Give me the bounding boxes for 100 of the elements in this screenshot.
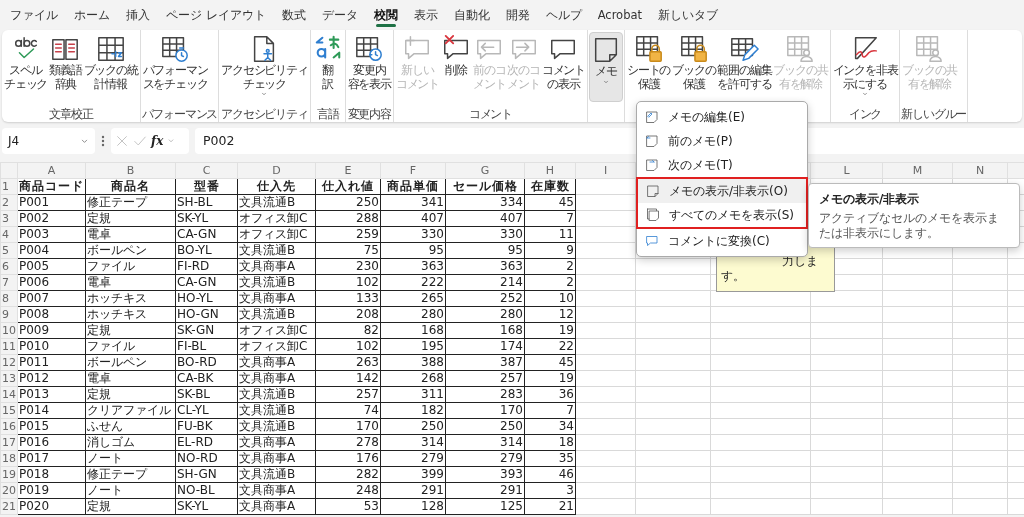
table-lock-icon	[678, 34, 709, 64]
ribbon-tab[interactable]: ファイル	[2, 0, 66, 30]
menu-item[interactable]: すべてのメモを表示(S)	[638, 203, 806, 227]
ribbon-button[interactable]: 範囲の編集 を許可する	[716, 32, 773, 102]
ribbon-button[interactable]: シートの 保護	[626, 32, 672, 102]
ribbon-tab[interactable]: 挿入	[118, 0, 158, 30]
ribbon-button[interactable]: 翻 訳	[311, 32, 344, 102]
table-cell: 82	[315, 322, 381, 339]
menu-item[interactable]: 前のメモ(P)	[637, 129, 807, 153]
column-letter[interactable]: B	[126, 164, 135, 177]
table-cell: 45	[524, 354, 576, 371]
table-cell: 19	[524, 370, 576, 387]
dropdown-icon	[80, 137, 89, 145]
ribbon-tab[interactable]: Acrobat	[589, 0, 650, 30]
table-cell: P004	[17, 242, 86, 259]
menu-item[interactable]: 次のメモ(T)	[637, 153, 807, 177]
table-cell: P018	[17, 466, 86, 483]
ribbon-tab[interactable]: データ	[313, 0, 366, 30]
table-cell: 168	[380, 322, 446, 339]
row-number[interactable]: 12	[2, 356, 16, 369]
table-cell: 311	[380, 386, 446, 403]
ribbon-tab[interactable]: 校閲	[365, 0, 406, 30]
table-cell: 279	[380, 450, 446, 467]
ribbon-tab[interactable]: 自動化	[445, 0, 498, 30]
column-letter[interactable]: C	[202, 164, 211, 177]
table-cell: 182	[380, 402, 446, 419]
ribbon-tab[interactable]: ヘルプ	[537, 0, 590, 30]
table-clock-icon	[354, 34, 385, 64]
table-cell: 7	[524, 210, 576, 227]
row-number[interactable]: 21	[2, 500, 16, 513]
ribbon-button[interactable]: パフォーマン スをチェック	[141, 32, 209, 102]
menu-item[interactable]: メモの編集(E)	[637, 105, 807, 129]
column-letter[interactable]: N	[975, 164, 985, 177]
table-cell: 定規	[85, 210, 176, 227]
table-cell: 176	[315, 450, 381, 467]
row-number[interactable]: 14	[2, 388, 16, 401]
row-number[interactable]: 19	[2, 468, 16, 481]
table-cell: 291	[445, 482, 525, 499]
table-cell: 283	[445, 386, 525, 403]
ribbon-tab[interactable]: ページ レイアウト	[158, 0, 274, 30]
row-number[interactable]: 11	[2, 340, 16, 353]
table-cell: ホッチキス	[85, 290, 176, 307]
column-heading: 型番	[175, 178, 238, 195]
table-cell: 128	[380, 498, 446, 515]
table-cell: オフィス卸C	[237, 210, 316, 227]
menu-item[interactable]: メモの表示/非表示(O)	[638, 179, 806, 203]
ribbon-tab[interactable]: 開発	[497, 0, 538, 30]
insert-function-button[interactable]: fx	[151, 132, 164, 150]
row-number[interactable]: 17	[2, 436, 16, 449]
ribbon-button[interactable]: インクを非表 示にする	[831, 32, 899, 102]
ribbon-button[interactable]: ブックの 保護	[671, 32, 717, 102]
ribbon-button[interactable]: 変更内 容を表示	[346, 32, 392, 102]
ribbon-tab[interactable]: 数式	[273, 0, 314, 30]
check-icon	[133, 134, 147, 148]
ribbon-button[interactable]: 削除	[440, 32, 473, 102]
column-letter[interactable]: F	[409, 164, 417, 177]
column-letter[interactable]: L	[843, 164, 850, 177]
ribbon-button[interactable]: ブックの統 計情報	[82, 32, 139, 102]
row-number[interactable]: 18	[2, 452, 16, 465]
table-cell: 文具商事A	[237, 290, 316, 307]
table-cell: CL-YL	[175, 402, 238, 419]
note-arrow-icon	[644, 133, 660, 149]
menu-item[interactable]: コメントに変換(C)	[637, 229, 807, 253]
table-cell: 文具商事A	[237, 498, 316, 515]
ribbon-tab[interactable]: 表示	[405, 0, 446, 30]
column-letter[interactable]: E	[344, 164, 352, 177]
row-number[interactable]: 16	[2, 420, 16, 433]
table-cell: 334	[445, 194, 525, 211]
table-cell: SK-YL	[175, 498, 238, 515]
table-cell: 10	[524, 290, 576, 307]
table-lock-icon	[633, 34, 664, 64]
table-cell: 133	[315, 290, 381, 307]
column-letter[interactable]: H	[545, 164, 555, 177]
table-cell: ファイル	[85, 258, 176, 275]
column-letter[interactable]: D	[272, 164, 281, 177]
table-cell: P003	[17, 226, 86, 243]
more-icon[interactable]	[101, 135, 105, 147]
table-cell: 22	[524, 338, 576, 355]
note-pencil-icon	[644, 109, 660, 125]
table-cell: 174	[445, 338, 525, 355]
ribbon-button[interactable]: メモ	[589, 32, 624, 102]
ribbon-button[interactable]: スペル チェック	[3, 32, 49, 102]
column-letter[interactable]: M	[912, 164, 923, 177]
table-cell: 195	[380, 338, 446, 355]
row-number[interactable]: 13	[2, 372, 16, 385]
column-letter[interactable]: G	[480, 164, 490, 177]
ribbon-button[interactable]: 類義語 辞典	[48, 32, 83, 102]
column-letter[interactable]: A	[47, 164, 56, 177]
ribbon-tab[interactable]: ホーム	[66, 0, 118, 30]
name-box[interactable]: J4	[2, 128, 95, 154]
row-number[interactable]: 20	[2, 484, 16, 497]
column-letter[interactable]: I	[603, 164, 608, 177]
row-number[interactable]: 15	[2, 404, 16, 417]
table-cell: P007	[17, 290, 86, 307]
table-cell: ノート	[85, 450, 176, 467]
ribbon-button[interactable]: アクセシビリティ チェック	[220, 32, 309, 102]
ribbon-tab[interactable]: 新しいタブ	[650, 0, 726, 30]
row-number[interactable]: 10	[2, 324, 16, 337]
table-cell: 263	[315, 354, 381, 371]
ribbon-button[interactable]: コメント の表示	[540, 32, 587, 102]
